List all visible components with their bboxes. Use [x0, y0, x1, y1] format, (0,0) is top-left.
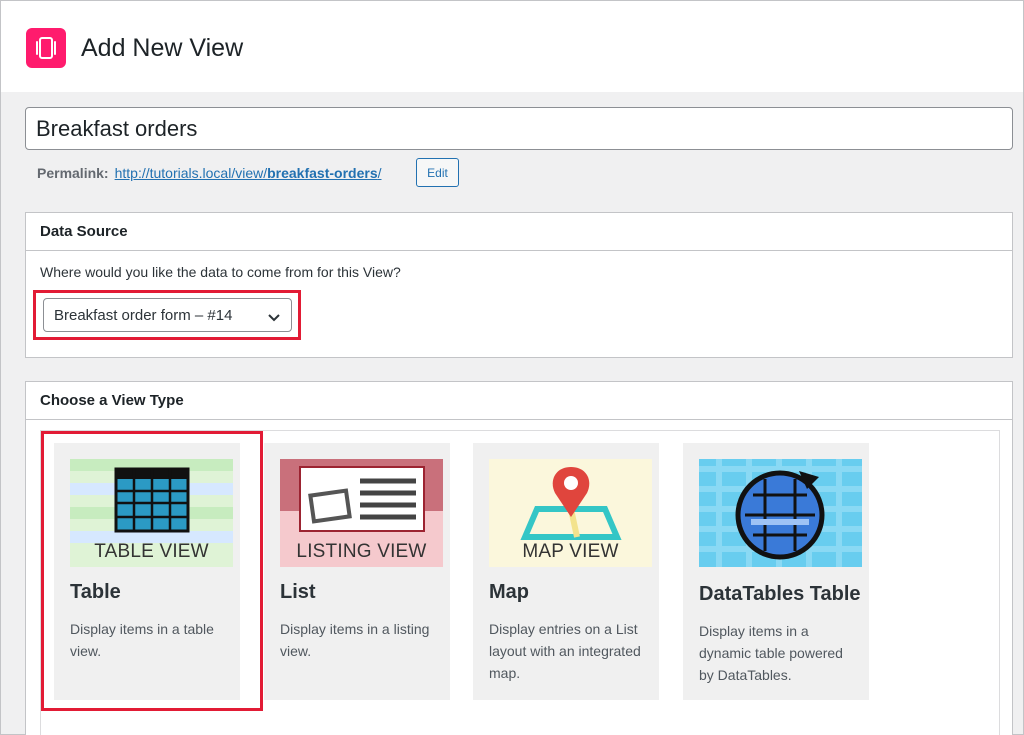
- data-source-highlight: Breakfast order form – #14: [33, 290, 301, 340]
- data-source-heading: Data Source: [26, 213, 1012, 251]
- card-description-list: Display items in a listing view.: [280, 621, 430, 659]
- view-type-card-map[interactable]: MAP VIEW Map Display entries on a List l…: [473, 443, 659, 700]
- view-type-card-datatables[interactable]: DataTables Table Display items in a dyna…: [683, 443, 869, 700]
- data-source-select[interactable]: Breakfast order form – #14: [43, 298, 292, 332]
- permalink-url-slug: breakfast-orders: [267, 165, 378, 181]
- page-title: Add New View: [81, 34, 244, 62]
- card-name-map: Map: [489, 581, 529, 603]
- view-type-heading: Choose a View Type: [26, 382, 1012, 420]
- list-view-thumbnail: LISTING VIEW: [280, 459, 443, 567]
- permalink-edit-button[interactable]: Edit: [416, 158, 459, 187]
- permalink-url-end: /: [377, 165, 382, 181]
- chevron-down-icon: [267, 310, 281, 327]
- list-view-caption: LISTING VIEW: [296, 541, 427, 562]
- card-name-list: List: [280, 581, 316, 603]
- datatables-globe-icon: [699, 459, 862, 567]
- map-view-caption: MAP VIEW: [522, 541, 619, 562]
- page-header: Add New View: [1, 1, 1023, 92]
- table-card-highlight: [41, 431, 263, 711]
- permalink-url-base: http://tutorials.local/view/: [114, 165, 268, 181]
- data-source-question: Where would you like the data to come fr…: [40, 264, 401, 280]
- permalink-label: Permalink:: [37, 165, 109, 181]
- data-source-panel: Data Source Where would you like the dat…: [25, 212, 1013, 358]
- permalink-link[interactable]: http://tutorials.local/view/breakfast-or…: [115, 165, 382, 181]
- data-source-selected-value: Breakfast order form – #14: [54, 306, 233, 324]
- view-title-input[interactable]: [25, 107, 1013, 150]
- map-view-thumbnail: MAP VIEW: [489, 459, 652, 567]
- datatables-thumbnail: [699, 459, 862, 567]
- gravityview-logo-icon: [26, 28, 66, 68]
- permalink-row: Permalink: http://tutorials.local/view/b…: [37, 165, 382, 181]
- view-type-card-list[interactable]: LISTING VIEW List Display items in a lis…: [264, 443, 450, 700]
- card-name-datatables: DataTables Table: [699, 583, 861, 605]
- card-description-datatables: Display items in a dynamic table powered…: [699, 623, 843, 683]
- card-description-map: Display entries on a List layout with an…: [489, 621, 641, 681]
